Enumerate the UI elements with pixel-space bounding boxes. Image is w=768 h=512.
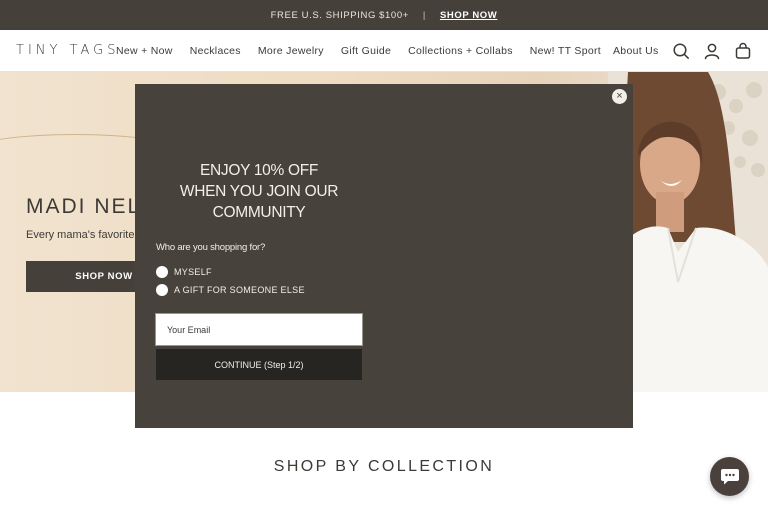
radio-button-gift[interactable]: [156, 284, 168, 296]
section-title: SHOP BY COLLECTION: [273, 458, 495, 475]
hero-subtitle: Every mama's favorite: [26, 229, 135, 241]
nav-item-new-now[interactable]: New + Now: [116, 45, 173, 57]
search-icon[interactable]: [672, 42, 690, 60]
main-nav: New + Now Necklaces More Jewelry Gift Gu…: [116, 45, 618, 57]
nav-item-about[interactable]: About Us: [613, 45, 659, 57]
option-gift-label: A GIFT FOR SOMEONE ELSE: [174, 285, 305, 295]
option-myself-label: MYSELF: [174, 267, 212, 277]
announcement-bar: FREE U.S. SHIPPING $100+ | SHOP NOW: [0, 0, 768, 30]
chat-bubble-icon: [720, 468, 739, 484]
announcement-text: FREE U.S. SHIPPING $100+: [270, 9, 409, 21]
account-icon[interactable]: [703, 42, 721, 60]
option-myself[interactable]: MYSELF: [156, 266, 212, 278]
nav-item-more-jewelry[interactable]: More Jewelry: [258, 45, 324, 57]
modal-title-line-2: WHEN YOU JOIN OUR: [179, 183, 339, 200]
nav-item-necklaces[interactable]: Necklaces: [190, 45, 241, 57]
option-gift[interactable]: A GIFT FOR SOMEONE ELSE: [156, 284, 305, 296]
modal-title-line-1: ENJOY 10% OFF: [199, 162, 319, 179]
modal-title-line-3: COMMUNITY: [212, 204, 306, 221]
announcement-separator: |: [422, 9, 426, 21]
nav-item-tt-sport[interactable]: New! TT Sport: [530, 45, 601, 57]
chat-button[interactable]: [710, 457, 749, 496]
email-field[interactable]: [155, 313, 363, 346]
modal-title: ENJOY 10% OFF WHEN YOU JOIN OUR COMMUNIT…: [155, 160, 363, 223]
nav-item-gift-guide[interactable]: Gift Guide: [341, 45, 391, 57]
shopping-for-question: Who are you shopping for?: [156, 242, 266, 253]
announcement-shop-link[interactable]: SHOP NOW: [440, 10, 497, 21]
site-header: TINY TAGS New + Now Necklaces More Jewel…: [0, 30, 768, 72]
signup-modal: × ENJOY 10% OFF WHEN YOU JOIN OUR COMMUN…: [135, 84, 633, 428]
nav-item-collections[interactable]: Collections + Collabs: [408, 45, 513, 57]
cart-icon[interactable]: [734, 42, 752, 60]
logo[interactable]: TINY TAGS: [16, 43, 120, 58]
continue-button[interactable]: CONTINUE (Step 1/2): [156, 349, 362, 380]
close-icon[interactable]: ×: [612, 89, 627, 104]
radio-button-myself[interactable]: [156, 266, 168, 278]
